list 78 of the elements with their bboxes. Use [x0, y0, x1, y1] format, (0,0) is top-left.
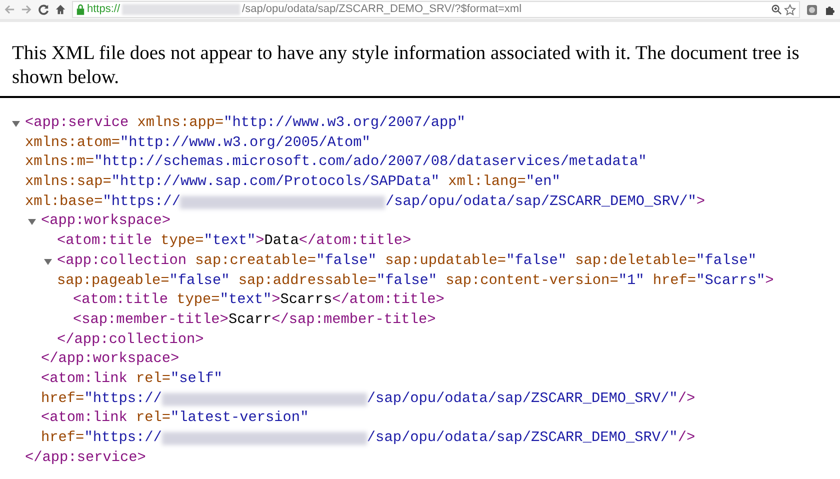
address-bar[interactable]: https:// /sap/opu/odata/sap/ZSCARR_DEMO_SRV/?$format=xml [72, 1, 800, 18]
xml-tag: > [272, 290, 280, 312]
xml-tag: </atom:title> [298, 231, 412, 253]
xml-attribute-value: "self" [170, 370, 222, 389]
xml-attribute-value: "false" [169, 272, 230, 291]
url-scheme: https:// [87, 2, 120, 18]
xml-text: Scarrs [280, 291, 332, 310]
star-icon[interactable] [784, 4, 796, 16]
xml-attribute-name: xmlns:sap= [25, 173, 112, 192]
xml-attribute-value: "https:// [84, 429, 162, 448]
xml-tag: </app:service> [25, 448, 146, 470]
xml-attribute-name: sap:deletable= [575, 252, 696, 271]
xml-attribute-value: "false" [696, 252, 756, 271]
xml-attribute-name: xmlns:m= [25, 153, 94, 172]
reload-icon[interactable] [38, 4, 49, 15]
xml-attribute-value: "https:// [102, 192, 180, 212]
xml-attribute-name: sap:content-version= [446, 272, 618, 291]
xml-attribute-value: "false" [316, 252, 377, 271]
xml-attribute-value: "http://www.sap.com/Protocols/SAPData" [111, 173, 440, 192]
xml-attribute-value: "1" [618, 272, 644, 291]
notice-text: This XML file does not appear to have any style information associated with it. The document tree is shown below. [12, 42, 800, 90]
xml-attribute-name: type= [160, 232, 204, 252]
zoom-icon[interactable] [771, 4, 782, 15]
collapse-triangle-icon[interactable] [44, 258, 52, 266]
xml-tag: <app:collection [57, 250, 187, 272]
xml-attribute-name: href= [652, 272, 696, 291]
xml-attribute-value: "latest-version" [170, 409, 309, 428]
xml-attribute-name: href= [41, 390, 84, 409]
xml-tag: </sap:member-title> [272, 310, 436, 332]
collapse-triangle-icon[interactable] [12, 120, 20, 128]
xml-attribute-value: "text" [204, 232, 256, 252]
xml-text: Data [264, 232, 299, 252]
xml-attribute-name: sap:updatable= [385, 252, 506, 271]
xml-attribute-name: rel= [136, 370, 171, 389]
xml-tag: /> [678, 428, 696, 450]
xml-attribute-name: sap:creatable= [195, 252, 316, 271]
xml-attribute-value: "http://schemas.microsoft.com/ado/2007/08/dataservices/metadata" [94, 153, 647, 172]
xml-tag: <sap:member-title> [73, 310, 228, 332]
xml-attribute-value: "false" [376, 272, 437, 291]
xml-attribute-value: /sap/opu/odata/sap/ZSCARR_DEMO_SRV/" [366, 429, 678, 448]
xml-text: Scarr [228, 310, 272, 330]
xml-attribute-name: xmlns:atom= [25, 134, 120, 153]
xml-attribute-name: xml:lang= [448, 173, 526, 192]
xml-attribute-value: "text" [220, 291, 272, 310]
xml-attribute-name: xmlns:app= [137, 114, 224, 134]
lock-icon [76, 4, 85, 15]
xml-attribute-name: href= [41, 429, 84, 448]
xml-tag: <atom:link [41, 408, 128, 430]
xml-tag: </app:workspace> [41, 349, 180, 371]
xml-attribute-value: "false" [506, 252, 567, 271]
xml-attribute-name: rel= [136, 409, 171, 428]
xml-attribute-name: type= [176, 291, 220, 310]
home-icon[interactable] [55, 4, 66, 15]
xml-tag: > [696, 192, 705, 214]
xml-tag: <atom:link [41, 368, 128, 391]
xml-attribute-name: xml:base= [25, 192, 103, 212]
xml-tag: </app:collection> [57, 330, 204, 352]
xml-attribute-value: "Scarrs" [696, 272, 766, 291]
url-path: /sap/opu/odata/sap/ZSCARR_DEMO_SRV/?$format=xml [242, 2, 522, 18]
xml-attribute-name: sap:pageable= [57, 272, 170, 291]
xml-attribute-value: /sap/opu/odata/sap/ZSCARR_DEMO_SRV/" [366, 390, 678, 409]
xml-attribute-value: "https:// [84, 390, 162, 409]
extension-icon[interactable] [806, 4, 818, 16]
xml-attribute-value: "en" [526, 173, 560, 192]
xml-attribute-value: /sap/opu/odata/sap/ZSCARR_DEMO_SRV/" [385, 192, 696, 212]
xml-tag: <app:workspace> [41, 211, 171, 234]
xml-attribute-value: "http://www.w3.org/2005/Atom" [120, 134, 370, 153]
puzzle-icon[interactable] [824, 4, 836, 16]
xml-tag: > [765, 270, 774, 292]
xml-tag: /> [678, 388, 696, 410]
xml-attribute-value: "http://www.w3.org/2007/app" [224, 114, 466, 134]
xml-tag: <app:service [25, 113, 129, 135]
xml-attribute-name: sap:addressable= [238, 272, 377, 291]
xml-tag: > [256, 231, 264, 253]
xml-tag: <atom:title [73, 290, 168, 312]
xml-tag: <atom:title [57, 231, 152, 253]
xml-tag: </atom:title> [332, 290, 444, 312]
collapse-triangle-icon[interactable] [28, 218, 36, 226]
